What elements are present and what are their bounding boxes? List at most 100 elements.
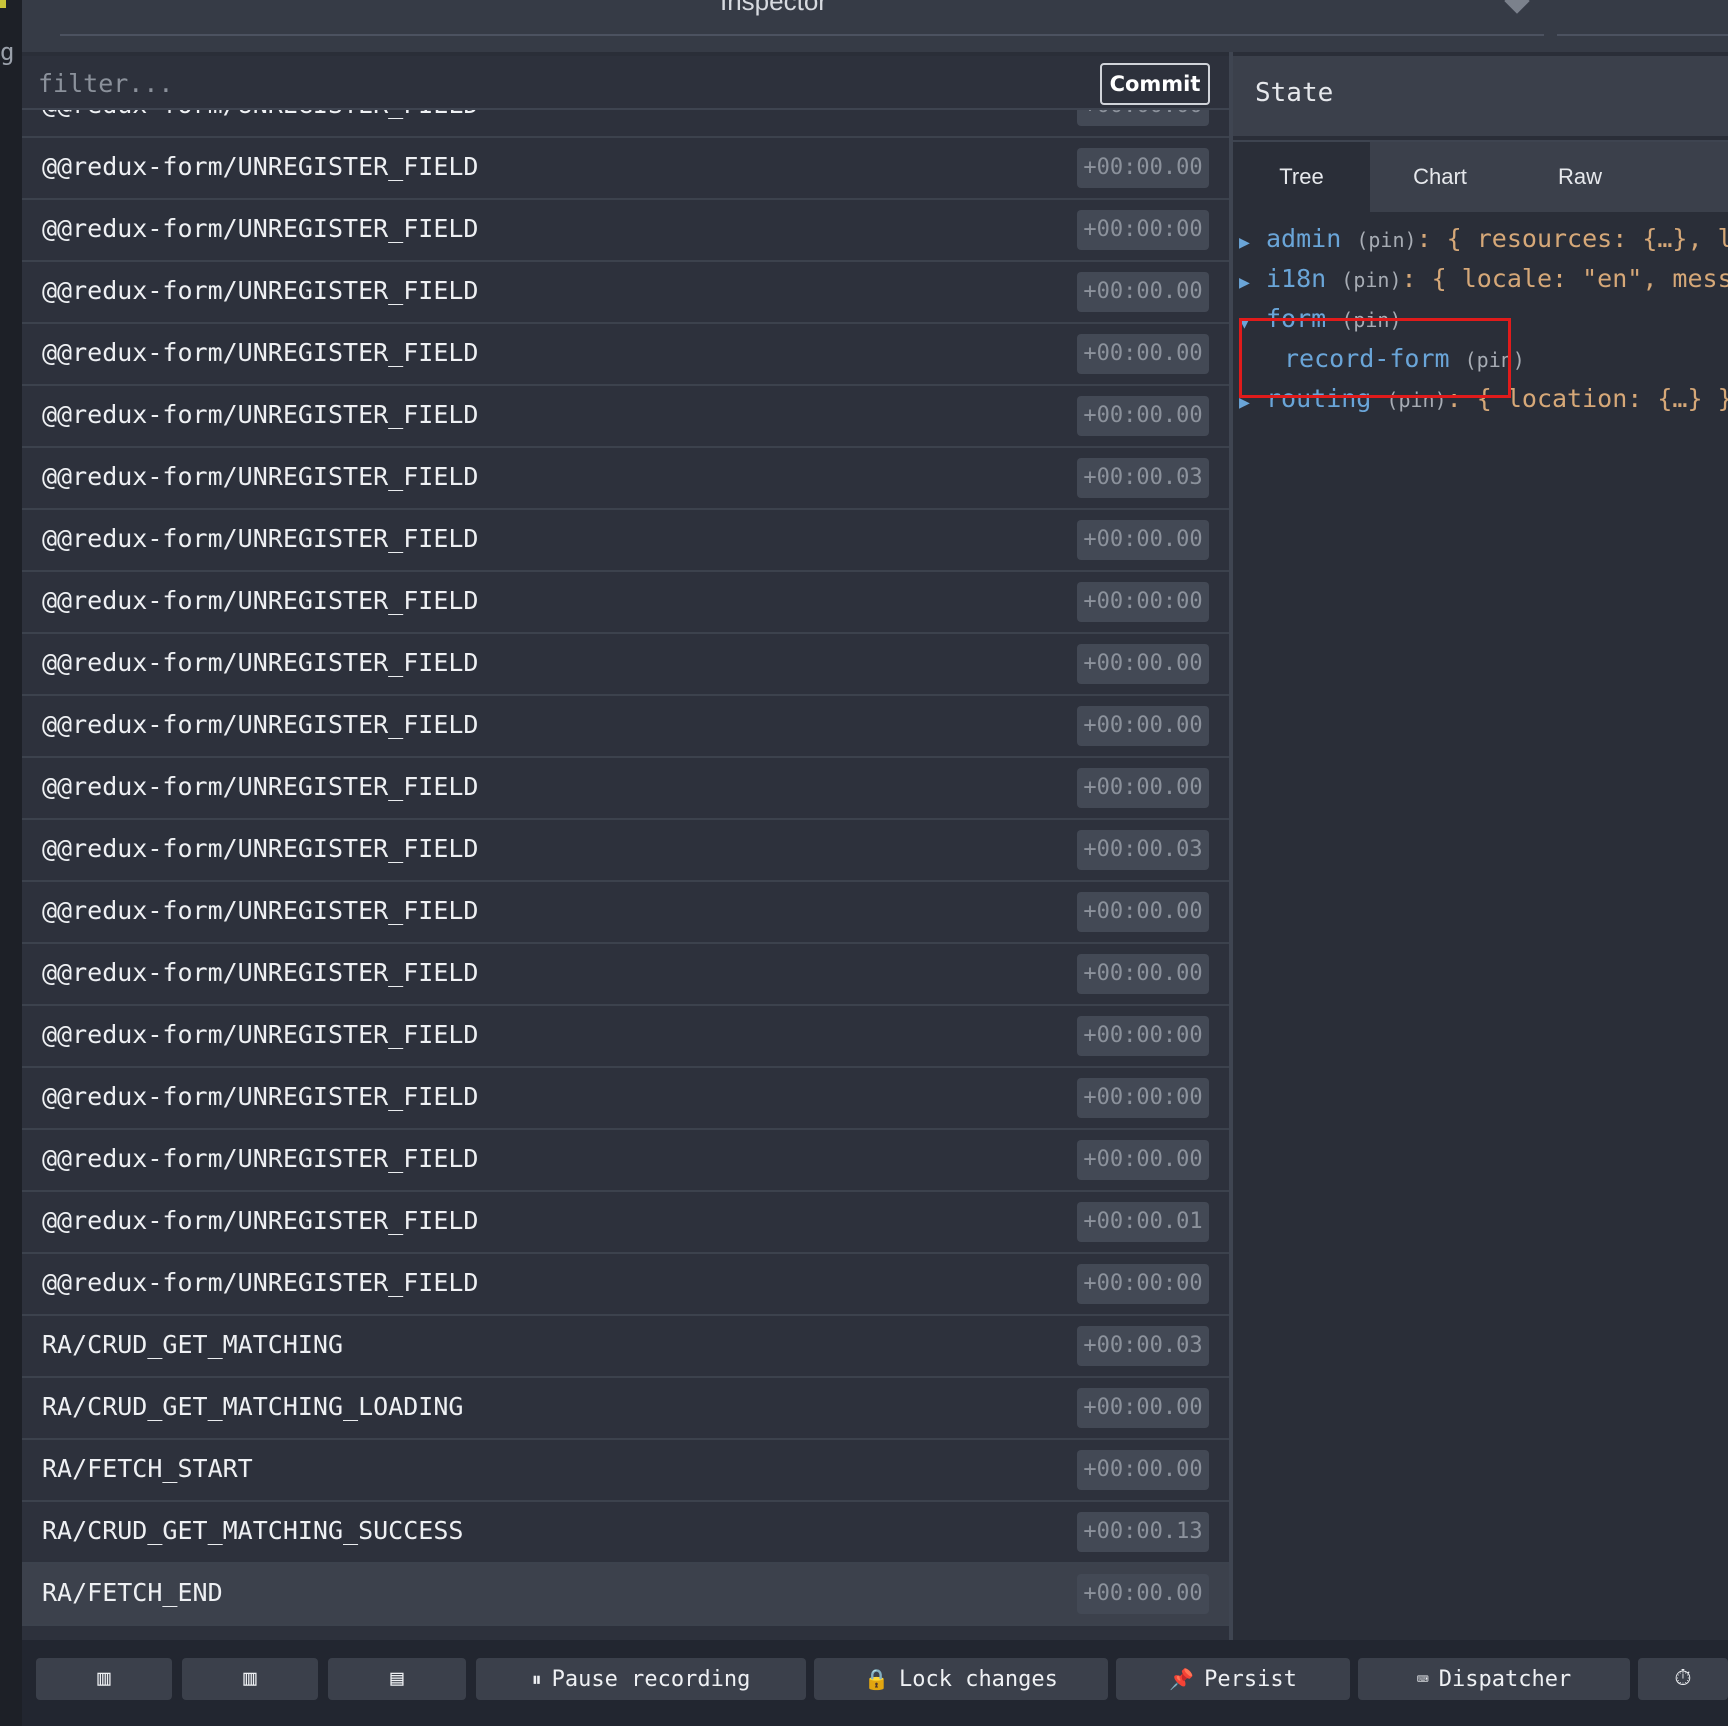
action-timestamp: +00:00.00 [1077, 644, 1209, 684]
action-timestamp: +00:00.00 [1077, 334, 1209, 374]
action-row[interactable]: @@redux-form/UNREGISTER_FIELD +00:00.00 [22, 138, 1229, 200]
action-timestamp: +00:00:00 [1077, 582, 1209, 622]
bottom-toolbar: ▥ ▥ ▤ ⏸ Pause recording 🔒 Lock changes 📌 Pe… [22, 1640, 1728, 1726]
pause-recording-button[interactable]: ⏸ Pause recording [476, 1658, 806, 1700]
action-timestamp: +00:00.00 [1077, 396, 1209, 436]
action-name: @@redux-form/UNREGISTER_FIELD [42, 896, 479, 925]
stopwatch-icon: ⏱ [1674, 1666, 1692, 1691]
action-row[interactable]: RA/FETCH_START +00:00.00 [22, 1440, 1229, 1502]
lock-changes-label: Lock changes [898, 1667, 1058, 1692]
action-row[interactable]: @@redux-form/UNREGISTER_FIELD +00:00.00 [22, 324, 1229, 386]
persist-button[interactable]: 📌 Persist [1116, 1658, 1350, 1700]
title-underline [60, 34, 1544, 36]
gutter-text-fragment: g [0, 38, 15, 66]
filter-bar: Commit [22, 56, 1229, 110]
tab-raw[interactable]: Raw [1510, 142, 1650, 212]
action-name: @@redux-form/UNREGISTER_FIELD [42, 1144, 479, 1173]
action-timestamp: +00:00.03 [1077, 830, 1209, 870]
action-timestamp: +00:00.01 [1077, 1202, 1209, 1242]
action-name: @@redux-form/UNREGISTER_FIELD [42, 276, 479, 305]
action-row[interactable]: @@redux-form/UNREGISTER_FIELD +00:00.01 [22, 1192, 1229, 1254]
action-name: @@redux-form/UNREGISTER_FIELD [42, 772, 479, 801]
expand-arrow-icon[interactable]: ▶ [1239, 232, 1250, 253]
action-timestamp: +00:00.00 [1077, 1574, 1209, 1614]
lock-changes-button[interactable]: 🔒 Lock changes [814, 1658, 1108, 1700]
action-row[interactable]: @@redux-form/UNREGISTER_FIELD +00:00.00 [22, 110, 1229, 138]
pause-icon: ⏸ [531, 1667, 542, 1691]
action-list: @@redux-form/UNREGISTER_FIELD +00:00.00 @@… [22, 110, 1229, 1640]
action-row[interactable]: RA/FETCH_END +00:00.00 [22, 1564, 1229, 1626]
action-row[interactable]: @@redux-form/UNREGISTER_FIELD +00:00:00 [22, 1006, 1229, 1068]
action-timestamp: +00:00.00 [1077, 768, 1209, 808]
action-row[interactable]: @@redux-form/UNREGISTER_FIELD +00:00.03 [22, 448, 1229, 510]
layout-right-button[interactable]: ▥ [182, 1658, 318, 1700]
pin-toggle[interactable]: (pin) [1341, 268, 1401, 292]
action-name: @@redux-form/UNREGISTER_FIELD [42, 648, 479, 677]
annotation-highlight-box [1239, 318, 1511, 398]
action-list-panel: Commit @@redux-form/UNREGISTER_FIELD +00:… [22, 56, 1229, 1640]
persist-label: Persist [1204, 1667, 1297, 1692]
pause-recording-label: Pause recording [551, 1667, 751, 1692]
action-timestamp: +00:00:00 [1077, 1078, 1209, 1118]
action-row[interactable]: @@redux-form/UNREGISTER_FIELD +00:00.00 [22, 882, 1229, 944]
dispatcher-label: Dispatcher [1438, 1667, 1572, 1692]
action-name: @@redux-form/UNREGISTER_FIELD [42, 710, 479, 739]
layout-bottom-button[interactable]: ▤ [328, 1658, 466, 1700]
action-row[interactable]: @@redux-form/UNREGISTER_FIELD +00:00:00 [22, 200, 1229, 262]
action-row[interactable]: @@redux-form/UNREGISTER_FIELD +00:00.00 [22, 510, 1229, 572]
action-name: @@redux-form/UNREGISTER_FIELD [42, 462, 479, 491]
action-name: RA/CRUD_GET_MATCHING [42, 1330, 344, 1359]
action-row[interactable]: @@redux-form/UNREGISTER_FIELD +00:00:00 [22, 1068, 1229, 1130]
action-name: @@redux-form/UNREGISTER_FIELD [42, 400, 479, 429]
action-timestamp: +00:00.00 [1077, 954, 1209, 994]
action-name: @@redux-form/UNREGISTER_FIELD [42, 1082, 479, 1111]
action-row[interactable]: @@redux-form/UNREGISTER_FIELD +00:00.00 [22, 634, 1229, 696]
action-row[interactable]: RA/CRUD_GET_MATCHING_SUCCESS +00:00.13 [22, 1502, 1229, 1564]
action-row[interactable]: @@redux-form/UNREGISTER_FIELD +00:00.00 [22, 1130, 1229, 1192]
tree-key: i18n [1266, 264, 1327, 293]
action-timestamp: +00:00.00 [1077, 706, 1209, 746]
tab-tree[interactable]: Tree [1233, 142, 1370, 212]
action-timestamp: +00:00.00 [1077, 1450, 1209, 1490]
action-name: RA/CRUD_GET_MATCHING_SUCCESS [42, 1516, 464, 1545]
action-row[interactable]: @@redux-form/UNREGISTER_FIELD +00:00.00 [22, 386, 1229, 448]
action-name: @@redux-form/UNREGISTER_FIELD [42, 1268, 479, 1297]
action-row[interactable]: @@redux-form/UNREGISTER_FIELD +00:00.00 [22, 696, 1229, 758]
filter-input[interactable] [36, 62, 940, 104]
commit-button[interactable]: Commit [1100, 63, 1210, 105]
action-timestamp: +00:00.00 [1077, 1140, 1209, 1180]
action-timestamp: +00:00.03 [1077, 1326, 1209, 1366]
action-row[interactable]: @@redux-form/UNREGISTER_FIELD +00:00.00 [22, 758, 1229, 820]
expand-arrow-icon[interactable]: ▶ [1239, 272, 1250, 293]
action-row[interactable]: @@redux-form/UNREGISTER_FIELD +00:00.00 [22, 944, 1229, 1006]
gutter-marker [0, 0, 6, 8]
action-name: RA/FETCH_START [42, 1454, 253, 1483]
dispatcher-button[interactable]: ⌨ Dispatcher [1358, 1658, 1630, 1700]
action-list-items: @@redux-form/UNREGISTER_FIELD +00:00.00 @@… [22, 110, 1229, 1626]
slider-toggle-button[interactable]: ⏱ [1638, 1658, 1728, 1700]
tab-chart[interactable]: Chart [1370, 142, 1510, 212]
dock-right-icon: ▥ [243, 1666, 257, 1691]
tree-value-preview: : { resources: {…}, loc [1416, 224, 1728, 253]
action-timestamp: +00:00.03 [1077, 458, 1209, 498]
action-name: RA/FETCH_END [42, 1578, 223, 1607]
action-name: RA/CRUD_GET_MATCHING_LOADING [42, 1392, 464, 1421]
dropdown-caret-icon[interactable] [1504, 0, 1530, 14]
state-tabs: Tree Chart Raw [1233, 140, 1728, 212]
layout-left-button[interactable]: ▥ [36, 1658, 172, 1700]
action-name: @@redux-form/UNREGISTER_FIELD [42, 214, 479, 243]
action-row[interactable]: @@redux-form/UNREGISTER_FIELD +00:00:00 [22, 572, 1229, 634]
action-row[interactable]: RA/CRUD_GET_MATCHING_LOADING +00:00.00 [22, 1378, 1229, 1440]
title-underline-secondary [1557, 34, 1728, 36]
action-timestamp: +00:00.00 [1077, 148, 1209, 188]
action-row[interactable]: @@redux-form/UNREGISTER_FIELD +00:00:00 [22, 1254, 1229, 1316]
action-row[interactable]: @@redux-form/UNREGISTER_FIELD +00:00.00 [22, 262, 1229, 324]
action-row[interactable]: @@redux-form/UNREGISTER_FIELD +00:00.03 [22, 820, 1229, 882]
action-name: @@redux-form/UNREGISTER_FIELD [42, 338, 479, 367]
action-name: @@redux-form/UNREGISTER_FIELD [42, 524, 479, 553]
keyboard-icon: ⌨ [1416, 1667, 1429, 1691]
tree-value-preview: : { locale: "en", messag [1401, 264, 1728, 293]
state-panel: State Tree Chart Raw ▶ admin (pin): { re… [1233, 56, 1728, 1640]
action-row[interactable]: RA/CRUD_GET_MATCHING +00:00.03 [22, 1316, 1229, 1378]
pin-toggle[interactable]: (pin) [1356, 228, 1416, 252]
